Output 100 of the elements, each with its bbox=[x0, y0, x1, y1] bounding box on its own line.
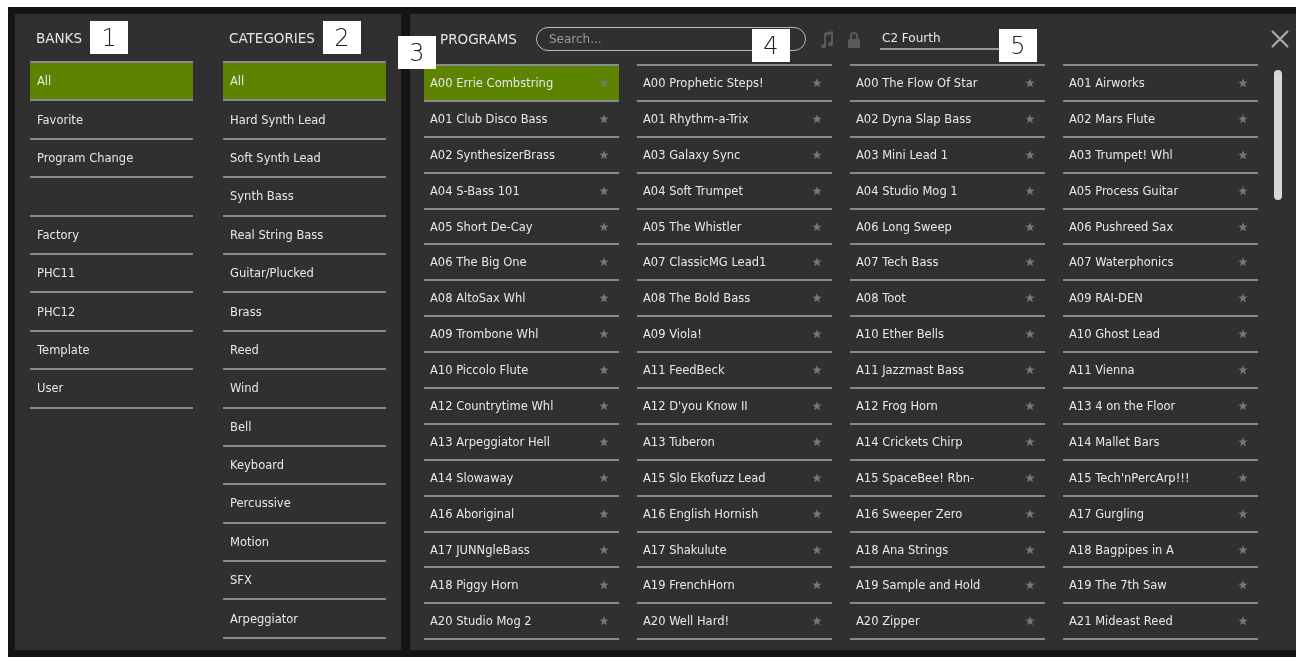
program-item[interactable]: A04 Studio Mog 1 bbox=[850, 173, 1045, 210]
list-item[interactable]: Motion bbox=[223, 523, 386, 563]
program-item[interactable]: A06 Pushreed Sax bbox=[1063, 209, 1258, 246]
star-icon[interactable] bbox=[1025, 329, 1035, 340]
program-item[interactable]: A21 Mideast Reed bbox=[1063, 604, 1258, 641]
star-icon[interactable] bbox=[599, 149, 609, 160]
star-icon[interactable] bbox=[812, 400, 822, 411]
star-icon[interactable] bbox=[1238, 580, 1248, 591]
list-item[interactable]: SFX bbox=[223, 562, 386, 601]
program-item[interactable]: A13 4 on the Floor bbox=[1063, 389, 1258, 425]
program-item[interactable]: A00 Prophetic Steps! bbox=[637, 64, 832, 102]
list-item[interactable]: Hard Synth Lead bbox=[223, 101, 386, 140]
star-icon[interactable] bbox=[599, 293, 609, 304]
star-icon[interactable] bbox=[599, 221, 609, 232]
star-icon[interactable] bbox=[1238, 472, 1248, 483]
star-icon[interactable] bbox=[812, 149, 822, 160]
star-icon[interactable] bbox=[1238, 257, 1248, 268]
close-icon[interactable] bbox=[1270, 29, 1290, 49]
program-item[interactable]: A00 Errie Combstring bbox=[424, 64, 619, 102]
star-icon[interactable] bbox=[1025, 149, 1035, 160]
program-item[interactable]: A10 Ghost Lead bbox=[1063, 317, 1258, 354]
program-item[interactable]: A14 Crickets Chirp bbox=[850, 424, 1045, 461]
star-icon[interactable] bbox=[1238, 149, 1248, 160]
program-item[interactable]: A09 Viola! bbox=[637, 317, 832, 354]
star-icon[interactable] bbox=[1025, 185, 1035, 196]
list-item[interactable]: Arpeggiator bbox=[223, 600, 386, 639]
program-item[interactable]: A13 Arpeggiator Hell bbox=[424, 424, 619, 461]
list-item[interactable]: Real String Bass bbox=[223, 216, 386, 255]
star-icon[interactable] bbox=[812, 185, 822, 196]
list-item[interactable]: Bell bbox=[223, 408, 386, 447]
program-item[interactable]: A20 Well Hard! bbox=[637, 604, 832, 641]
program-item[interactable]: A18 Bagpipes in A bbox=[1063, 532, 1258, 569]
star-icon[interactable] bbox=[1025, 580, 1035, 591]
program-item[interactable]: A17 Shakulute bbox=[637, 532, 832, 569]
star-icon[interactable] bbox=[1238, 185, 1248, 196]
star-icon[interactable] bbox=[1238, 293, 1248, 304]
program-item[interactable]: A20 Zipper bbox=[850, 604, 1045, 641]
program-item[interactable]: A01 Airworks bbox=[1063, 64, 1258, 102]
star-icon[interactable] bbox=[1238, 616, 1248, 627]
star-icon[interactable] bbox=[599, 580, 609, 591]
star-icon[interactable] bbox=[1025, 508, 1035, 519]
star-icon[interactable] bbox=[1238, 113, 1248, 124]
star-icon[interactable] bbox=[599, 436, 609, 447]
program-item[interactable]: A12 Frog Horn bbox=[850, 389, 1045, 425]
program-item[interactable]: A15 Slo Ekofuzz Lead bbox=[637, 460, 832, 497]
program-item[interactable]: A10 Piccolo Flute bbox=[424, 353, 619, 389]
music-note-icon[interactable] bbox=[820, 30, 834, 48]
list-item[interactable]: Guitar/Plucked bbox=[223, 254, 386, 294]
program-item[interactable]: A08 AltoSax Whl bbox=[424, 281, 619, 318]
list-item[interactable]: Keyboard bbox=[223, 446, 386, 486]
star-icon[interactable] bbox=[1025, 400, 1035, 411]
program-item[interactable]: A11 Jazzmast Bass bbox=[850, 353, 1045, 389]
star-icon[interactable] bbox=[1025, 293, 1035, 304]
program-item[interactable]: A14 Mallet Bars bbox=[1063, 424, 1258, 461]
program-item[interactable]: A16 English Hornish bbox=[637, 496, 832, 533]
star-icon[interactable] bbox=[1238, 329, 1248, 340]
star-icon[interactable] bbox=[599, 257, 609, 268]
star-icon[interactable] bbox=[599, 616, 609, 627]
star-icon[interactable] bbox=[599, 113, 609, 124]
program-item[interactable]: A01 Club Disco Bass bbox=[424, 101, 619, 138]
program-item[interactable]: A07 Waterphonics bbox=[1063, 245, 1258, 282]
program-item[interactable]: A12 Countrytime Whl bbox=[424, 389, 619, 425]
star-icon[interactable] bbox=[1025, 77, 1035, 88]
program-item[interactable]: A05 Short De-Cay bbox=[424, 209, 619, 246]
program-item[interactable]: A16 Sweeper Zero bbox=[850, 496, 1045, 533]
list-item[interactable]: Wind bbox=[223, 370, 386, 409]
list-item[interactable]: All bbox=[223, 61, 386, 102]
list-item[interactable]: All bbox=[30, 61, 193, 102]
star-icon[interactable] bbox=[812, 365, 822, 376]
program-item[interactable]: A01 Rhythm-a-Trix bbox=[637, 101, 832, 138]
program-item[interactable]: A00 The Flow Of Star bbox=[850, 64, 1045, 102]
list-item[interactable]: Template bbox=[30, 331, 193, 371]
star-icon[interactable] bbox=[1025, 472, 1035, 483]
star-icon[interactable] bbox=[812, 113, 822, 124]
program-item[interactable]: A05 The Whistler bbox=[637, 209, 832, 246]
program-item[interactable]: A05 Process Guitar bbox=[1063, 173, 1258, 210]
star-icon[interactable] bbox=[599, 544, 609, 555]
program-item[interactable]: A03 Galaxy Sync bbox=[637, 137, 832, 174]
star-icon[interactable] bbox=[1025, 616, 1035, 627]
star-icon[interactable] bbox=[1025, 113, 1035, 124]
star-icon[interactable] bbox=[812, 257, 822, 268]
list-item[interactable]: Factory bbox=[30, 216, 193, 255]
list-item[interactable]: User bbox=[30, 370, 193, 409]
star-icon[interactable] bbox=[599, 329, 609, 340]
program-item[interactable]: A09 RAI-DEN bbox=[1063, 281, 1258, 318]
program-item[interactable]: A19 FrenchHorn bbox=[637, 568, 832, 605]
star-icon[interactable] bbox=[812, 544, 822, 555]
program-item[interactable]: A07 Tech Bass bbox=[850, 245, 1045, 282]
program-item[interactable]: A06 Long Sweep bbox=[850, 209, 1045, 246]
program-item[interactable]: A17 Gurgling bbox=[1063, 496, 1258, 533]
program-item[interactable]: A02 Mars Flute bbox=[1063, 101, 1258, 138]
star-icon[interactable] bbox=[1238, 221, 1248, 232]
star-icon[interactable] bbox=[812, 77, 822, 88]
program-item[interactable]: A18 Piggy Horn bbox=[424, 568, 619, 605]
star-icon[interactable] bbox=[812, 221, 822, 232]
star-icon[interactable] bbox=[812, 580, 822, 591]
star-icon[interactable] bbox=[812, 472, 822, 483]
program-item[interactable]: A18 Ana Strings bbox=[850, 532, 1045, 569]
star-icon[interactable] bbox=[599, 508, 609, 519]
star-icon[interactable] bbox=[1025, 221, 1035, 232]
